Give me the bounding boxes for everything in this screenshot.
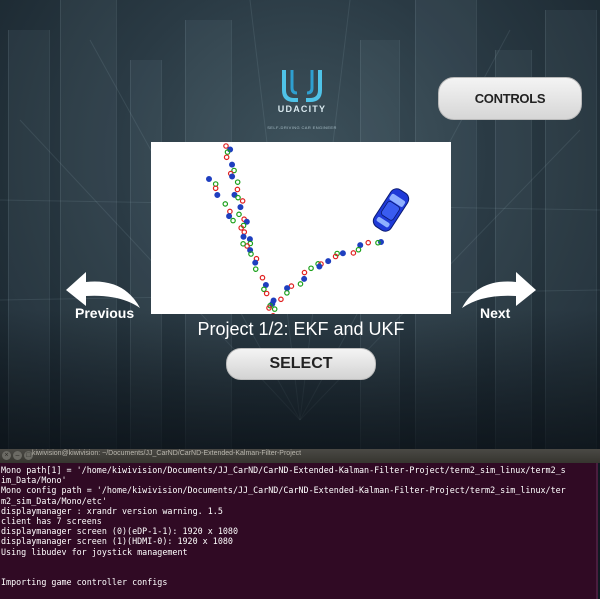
measurement-marker [241, 229, 248, 235]
minimize-icon[interactable]: – [13, 451, 22, 460]
measurement-marker [263, 290, 270, 297]
measurement-marker [226, 213, 233, 220]
measurement-marker [229, 161, 236, 168]
terminal-line: Using libudev for joystick management [1, 546, 188, 557]
measurement-marker [339, 250, 346, 257]
measurement-marker [316, 263, 323, 270]
measurement-marker [222, 201, 229, 207]
terminal-line: im_Data/Mono' [1, 475, 67, 486]
terminal-line: displaymanager screen (1)(HDMI-0): 1920 … [1, 536, 233, 547]
measurement-marker [234, 179, 241, 185]
measurement-marker [297, 281, 304, 287]
measurement-marker [284, 285, 291, 292]
measurement-marker [350, 250, 357, 256]
controls-button[interactable]: CONTROLS [438, 77, 582, 120]
measurement-marker [229, 173, 236, 180]
select-button[interactable]: SELECT [226, 348, 376, 380]
terminal-line: m2_sim_Data/Mono/etc' [1, 495, 107, 506]
udacity-logo [270, 66, 334, 130]
measurement-marker [259, 274, 266, 281]
measurement-marker [214, 192, 221, 199]
previous-label[interactable]: Previous [75, 305, 134, 321]
measurement-marker [301, 269, 308, 276]
measurement-marker [234, 186, 241, 193]
terminal-title: kiwivision@kiwivision: ~/Documents/JJ_Ca… [32, 450, 302, 457]
logo-wordmark: UDACITY [277, 104, 327, 114]
terminal-line: Importing game controller configs [1, 577, 168, 588]
measurement-marker [252, 259, 259, 266]
terminal-line: displaymanager : xrandr version warning.… [1, 505, 223, 516]
measurement-marker [240, 233, 247, 240]
udacity-u-icon [282, 70, 322, 102]
measurement-marker [240, 241, 246, 247]
measurement-marker [237, 204, 244, 211]
close-icon[interactable]: × [2, 451, 11, 460]
terminal-line: displaymanager screen (0)(eDP-1-1): 1920… [1, 526, 238, 537]
terminal-text: Mono path[1] = '/home/kiwivision/Documen… [1, 465, 597, 587]
car-icon [372, 188, 410, 232]
measurement-marker [223, 143, 229, 149]
measurement-marker [278, 296, 284, 303]
logo-tagline: SELF-DRIVING CAR ENGINEER [267, 125, 337, 130]
measurement-marker [223, 154, 230, 161]
measurement-marker [205, 175, 212, 182]
measurement-marker [235, 194, 241, 201]
measurement-marker [365, 239, 372, 246]
next-label[interactable]: Next [480, 305, 510, 321]
project-preview-image [151, 142, 451, 314]
measurement-marker [357, 242, 364, 249]
terminal-output[interactable]: Mono path[1] = '/home/kiwivision/Documen… [0, 463, 598, 599]
trajectory-preview [205, 143, 410, 314]
measurement-marker [236, 211, 242, 218]
terminal-titlebar[interactable]: × – □ kiwivision@kiwivision: ~/Documents… [0, 449, 600, 463]
measurement-marker [355, 246, 362, 253]
terminal-line: Mono path[1] = '/home/kiwivision/Documen… [1, 465, 566, 475]
measurement-marker [239, 198, 246, 204]
window-controls: × – □ [2, 451, 33, 460]
measurement-marker [261, 286, 267, 293]
terminal-line: client has 7 screens [1, 515, 102, 526]
simulator-window: UDACITY SELF-DRIVING CAR ENGINEER CONTRO… [0, 0, 600, 449]
measurement-marker [252, 266, 259, 272]
measurement-marker [308, 265, 314, 272]
measurement-marker [301, 275, 308, 282]
measurement-marker [227, 208, 233, 215]
measurement-marker [325, 258, 332, 265]
terminal-line: Mono config path = '/home/kiwivision/Doc… [1, 485, 566, 496]
measurement-marker [230, 217, 236, 224]
project-title: Project 1/2: EKF and UKF [197, 319, 405, 339]
measurement-marker [271, 306, 278, 312]
measurement-marker [284, 290, 290, 296]
